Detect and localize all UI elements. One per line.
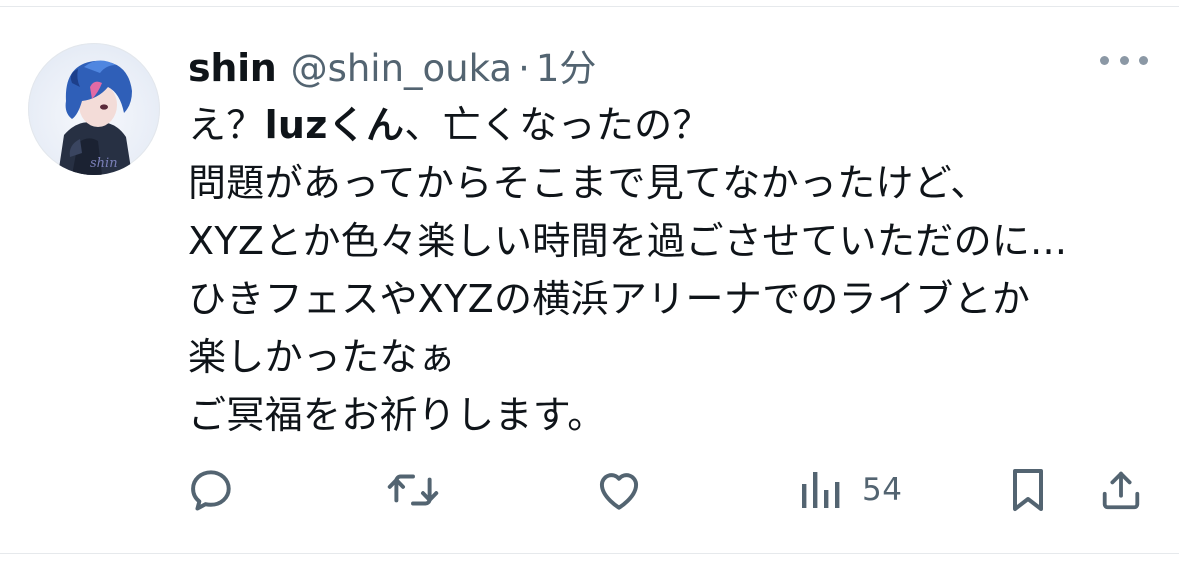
tweet-line: ご冥福をお祈りします。 xyxy=(188,393,606,437)
reply-icon xyxy=(191,470,231,511)
views-button[interactable]: 54 xyxy=(798,460,902,520)
reply-button[interactable] xyxy=(186,460,236,520)
avatar-illustration: shin xyxy=(58,60,132,175)
separator-dot: · xyxy=(518,47,530,90)
tweet-line: 楽しかったなぁ xyxy=(188,335,457,379)
bookmark-button[interactable] xyxy=(1006,460,1050,520)
bold-mention: luzくん xyxy=(264,103,405,147)
display-name[interactable]: shin xyxy=(188,46,277,90)
tweet-text: え？luzくん、亡くなったの？ 問題があってからそこまで見てなかったけど、 XY… xyxy=(188,96,1163,444)
avatar[interactable]: shin xyxy=(28,43,160,175)
more-dot-icon xyxy=(1100,55,1109,65)
tweet-header: shin @shin_ouka · 1分 xyxy=(188,38,596,90)
bookmark-icon xyxy=(1013,469,1043,511)
views-count: 54 xyxy=(862,472,903,508)
tweet-actions: 54 xyxy=(186,460,1151,520)
views-chart-icon xyxy=(802,472,840,508)
bottom-divider xyxy=(0,553,1179,554)
retweet-icon xyxy=(387,474,439,506)
tweet-line: XYZとか色々楽しい時間を過ごさせていただのに... xyxy=(188,219,1068,263)
more-dot-icon xyxy=(1139,55,1148,65)
more-options-button[interactable] xyxy=(1100,48,1148,72)
timestamp[interactable]: 1分 xyxy=(536,38,597,92)
share-icon xyxy=(1102,471,1140,510)
tweet-line: ひきフェスやXYZの横浜アリーナでのライブとか xyxy=(188,277,1031,321)
tweet-line: え？luzくん、亡くなったの？ xyxy=(188,103,711,147)
tweet-line: 問題があってからそこまで見てなかったけど、 xyxy=(188,161,989,205)
more-dot-icon xyxy=(1119,55,1129,65)
avatar-signature: shin xyxy=(90,156,118,171)
heart-icon xyxy=(599,473,639,510)
user-handle[interactable]: @shin_ouka xyxy=(291,47,513,90)
retweet-button[interactable] xyxy=(386,460,440,520)
share-button[interactable] xyxy=(1098,460,1144,520)
top-divider xyxy=(0,6,1179,7)
like-button[interactable] xyxy=(594,460,644,520)
